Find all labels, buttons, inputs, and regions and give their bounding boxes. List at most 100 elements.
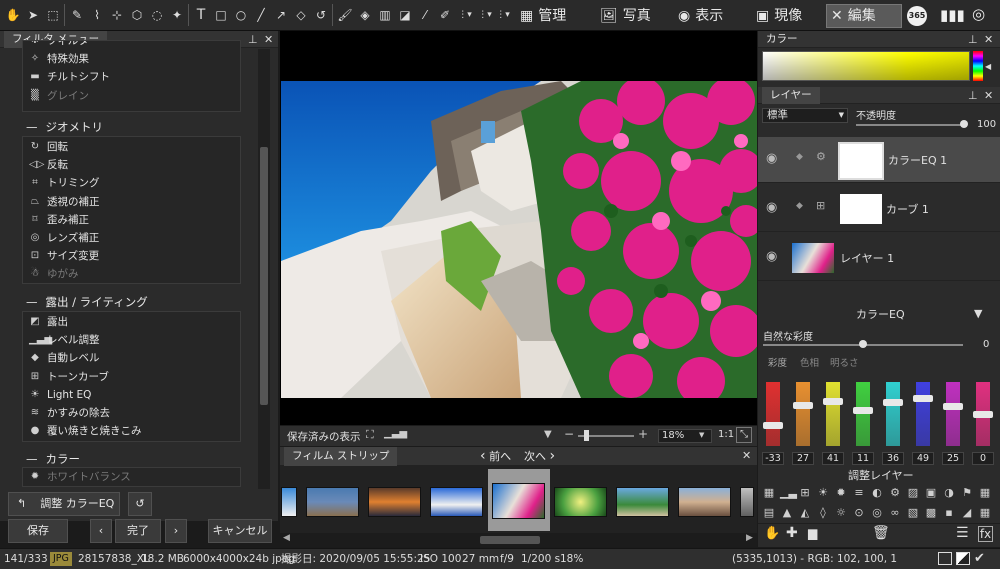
adjustment-layer-icon[interactable]: ⊞	[798, 486, 812, 500]
scrollbar-thumb[interactable]	[260, 147, 268, 405]
color-eq-slider-knob[interactable]	[823, 397, 843, 405]
mode-photo-button[interactable]: 🖼 写真	[596, 4, 657, 28]
color-eq-slider-knob[interactable]	[943, 403, 963, 410]
fill-tool-icon[interactable]: ◈	[356, 5, 374, 25]
scroll-left-icon[interactable]: ◀	[283, 533, 290, 543]
lasso-tool-icon[interactable]: ⌇	[88, 5, 106, 25]
ellipse-tool-icon[interactable]: ○	[232, 5, 250, 25]
adjustment-layer-icon[interactable]: ▦	[978, 486, 992, 500]
layer-row-selected[interactable]: ◉ ◆ ⚙ カラーEQ 1	[758, 137, 1000, 183]
adjustment-layer-icon[interactable]: ✹	[834, 486, 848, 500]
eye-icon[interactable]: ◉	[766, 249, 777, 264]
color-eq-slider-value[interactable]: 25	[942, 452, 964, 465]
zoom-out-icon[interactable]: −	[564, 427, 574, 441]
histogram-icon[interactable]: ▁▃▅	[384, 428, 407, 439]
filter-item[interactable]: ✱ フィルタ	[23, 41, 240, 50]
brush-tool-icon[interactable]: 🖌	[336, 5, 354, 25]
filmstrip-thumbnail[interactable]	[430, 487, 483, 517]
close-icon[interactable]: ✕	[984, 87, 993, 104]
filter-item[interactable]: ◎ レンズ補正	[23, 229, 240, 247]
adjustment-layer-icon[interactable]: ⚑	[960, 486, 974, 500]
layer-mask-thumbnail[interactable]	[838, 142, 884, 180]
tab-hue[interactable]: 色相	[800, 355, 819, 369]
filmstrip-prev-button[interactable]: ‹ 前へ	[480, 447, 511, 466]
color-eq-slider-value[interactable]: 41	[822, 452, 844, 465]
layer-mask-thumbnail[interactable]	[840, 194, 882, 224]
group-header-color[interactable]: — カラー	[26, 451, 80, 467]
adjust-color-eq-button[interactable]: ↰ 調整 カラーEQ	[8, 492, 120, 516]
filter-item[interactable]: ✧ 特殊効果	[23, 50, 240, 68]
fit-screen-icon[interactable]: ⛶	[366, 428, 374, 442]
pin-icon[interactable]: ⊥	[968, 87, 978, 104]
line-tool-icon[interactable]: ╱	[252, 5, 270, 25]
color-eq-slider-track[interactable]	[913, 382, 933, 446]
filter-panel-scrollbar[interactable]	[258, 49, 270, 489]
adjustment-layer-icon[interactable]: ☀	[816, 486, 830, 500]
filmstrip-thumbnail[interactable]	[740, 487, 754, 517]
adjustment-layer-icon[interactable]: ≡	[852, 486, 866, 500]
fullscreen-icon[interactable]: ⤡	[736, 427, 752, 443]
adjustment-layer-icon[interactable]: ◑	[942, 486, 956, 500]
mode-manage-button[interactable]: ▦ 管理	[516, 4, 572, 28]
curve-tool-icon[interactable]: ↺	[312, 5, 330, 25]
filmstrip-thumbnail[interactable]	[306, 487, 359, 517]
filter-item[interactable]: ▁▃▅ レベル調整	[23, 331, 240, 349]
color-eq-slider-value[interactable]: 0	[972, 452, 994, 465]
adjustment-layer-icon[interactable]: ▣	[924, 486, 938, 500]
previous-button[interactable]: ‹	[90, 519, 112, 543]
adjustment-layer-icon[interactable]: ◭	[798, 506, 812, 520]
collapse-arrow-icon[interactable]: ▼	[974, 307, 982, 320]
edited-photo[interactable]	[281, 81, 757, 398]
blend-mode-select[interactable]: 標準 ▼	[762, 108, 848, 123]
adjustment-layer-icon[interactable]: ▁▃	[780, 486, 797, 500]
hand-tool-icon[interactable]: ✋	[4, 5, 22, 25]
done-button[interactable]: 完了	[115, 519, 161, 543]
gradient-tool-icon[interactable]: ▥	[376, 5, 394, 25]
adjustment-layer-icon[interactable]: ▲	[780, 506, 794, 520]
filter-item[interactable]: ⊞ トーンカーブ	[23, 368, 240, 386]
history-button[interactable]: ↺	[128, 492, 152, 516]
tab-saturation[interactable]: 彩度	[768, 355, 787, 369]
color-eq-slider-track[interactable]	[793, 382, 813, 446]
text-tool-icon[interactable]: T	[192, 5, 210, 25]
mode-view-button[interactable]: ◉ 表示	[674, 4, 729, 28]
shape-tool-icon[interactable]: ◇	[292, 5, 310, 25]
checkmark-icon[interactable]: ✔	[974, 549, 985, 569]
filter-item[interactable]: ⊡ サイズ変更	[23, 247, 240, 265]
filmstrip-thumbnail[interactable]	[368, 487, 421, 517]
pencil-tool-icon[interactable]: ✎	[68, 5, 86, 25]
more-tools-icon[interactable]: ⋮▾	[456, 5, 474, 25]
filmstrip-scroll-thumb[interactable]	[480, 536, 540, 544]
save-button[interactable]: 保存	[8, 519, 68, 543]
adjustment-layer-icon[interactable]: ⚙	[888, 486, 902, 500]
zoom-in-icon[interactable]: +	[638, 427, 648, 441]
clone-tool-icon[interactable]: ⁄	[416, 5, 434, 25]
filter-item[interactable]: ▬ チルトシフト	[23, 68, 240, 86]
more-tools-icon-3[interactable]: ⋮▾	[494, 5, 512, 25]
eye-icon[interactable]: ◉	[766, 200, 777, 215]
eye-icon[interactable]: ◉	[766, 151, 777, 166]
adjustment-layer-icon[interactable]: ◢	[960, 506, 974, 520]
filter-item[interactable]: ⌗ トリミング	[23, 174, 240, 192]
color-eq-slider-value[interactable]: -33	[762, 452, 784, 465]
close-icon[interactable]: ✕	[264, 31, 273, 48]
new-layer-brush-icon[interactable]: ✋	[764, 526, 780, 541]
adjustment-layer-icon[interactable]: ▪	[942, 506, 956, 520]
adjustment-layer-icon[interactable]: ◎	[870, 506, 884, 520]
filter-item[interactable]: ◁▷ 反転	[23, 156, 240, 174]
badge-365[interactable]: 365	[907, 6, 927, 26]
mode-develop-button[interactable]: ▣ 現像	[752, 4, 808, 28]
group-header-exposure[interactable]: — 露出 / ライティング	[26, 294, 148, 310]
arrow-tool-icon[interactable]: ↗	[272, 5, 290, 25]
color-eq-slider-track[interactable]	[943, 382, 963, 446]
opacity-slider[interactable]	[856, 124, 966, 126]
adjustment-layer-icon[interactable]: ▦	[762, 486, 776, 500]
trash-icon[interactable]: 🗑	[872, 525, 890, 541]
eyedropper-tool-icon[interactable]: ✐	[436, 5, 454, 25]
stats-icon[interactable]: ▮▮▮	[940, 6, 965, 24]
pin-icon[interactable]: ⊥	[968, 31, 978, 48]
close-icon[interactable]: ✕	[984, 31, 993, 48]
select-rect-tool-icon[interactable]: ⬚	[44, 5, 62, 25]
filmstrip-thumbnail[interactable]	[554, 487, 607, 517]
adjustment-layer-icon[interactable]: ▤	[762, 506, 776, 520]
